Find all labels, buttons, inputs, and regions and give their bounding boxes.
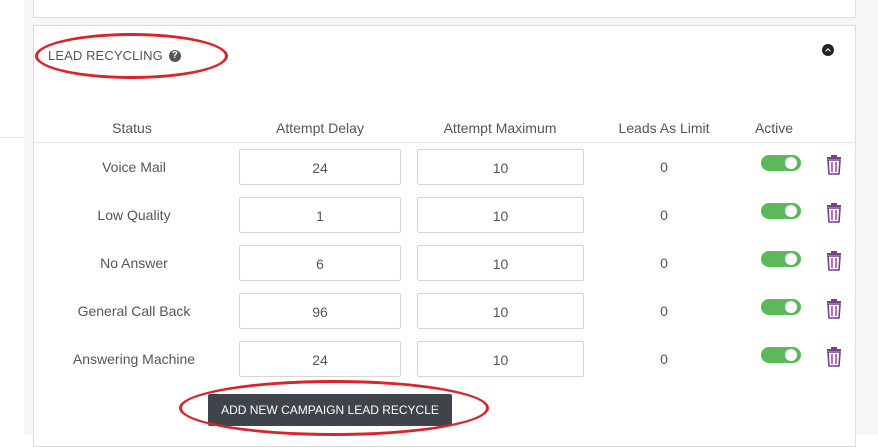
trash-icon[interactable] <box>826 155 842 175</box>
column-header-active: Active <box>754 120 794 136</box>
active-toggle[interactable] <box>761 203 801 219</box>
column-header-attempt-delay: Attempt Delay <box>276 120 364 136</box>
attempt-maximum-input[interactable]: 10 <box>417 245 584 281</box>
header-divider <box>34 142 854 143</box>
status-label: Voice Mail <box>102 159 166 175</box>
table-row: Voice Mail 24 10 0 <box>34 149 854 197</box>
toggle-knob <box>785 157 797 169</box>
active-toggle[interactable] <box>761 347 801 363</box>
attempt-delay-input[interactable]: 24 <box>239 149 401 185</box>
column-header-leads-as-limit: Leads As Limit <box>618 120 710 136</box>
attempt-delay-input[interactable]: 6 <box>239 245 401 281</box>
attempt-delay-input[interactable]: 24 <box>239 341 401 377</box>
attempt-maximum-input[interactable]: 10 <box>417 341 584 377</box>
status-label: Low Quality <box>97 207 171 223</box>
attempt-maximum-input[interactable]: 10 <box>417 293 584 329</box>
active-toggle[interactable] <box>761 251 801 267</box>
status-label: General Call Back <box>77 303 191 319</box>
trash-icon[interactable] <box>826 299 842 319</box>
attempt-maximum-input[interactable]: 10 <box>417 149 584 185</box>
active-toggle[interactable] <box>761 299 801 315</box>
leads-as-limit-value: 0 <box>660 159 668 175</box>
table-row: No Answer 6 10 0 <box>34 245 854 293</box>
toggle-knob <box>785 349 797 361</box>
trash-icon[interactable] <box>826 251 842 271</box>
column-header-attempt-maximum: Attempt Maximum <box>443 120 557 136</box>
toggle-knob <box>785 205 797 217</box>
table-row: Low Quality 1 10 0 <box>34 197 854 245</box>
toggle-knob <box>785 253 797 265</box>
collapse-chevron-icon[interactable] <box>822 44 834 56</box>
attempt-delay-input[interactable]: 1 <box>239 197 401 233</box>
trash-icon[interactable] <box>826 347 842 367</box>
active-toggle[interactable] <box>761 155 801 171</box>
section-header[interactable]: LEAD RECYCLING ? <box>48 48 181 63</box>
attempt-maximum-input[interactable]: 10 <box>417 197 584 233</box>
table-row: General Call Back 96 10 0 <box>34 293 854 341</box>
attempt-delay-input[interactable]: 96 <box>239 293 401 329</box>
add-lead-recycle-button[interactable]: ADD NEW CAMPAIGN LEAD RECYCLE <box>208 394 452 426</box>
rail-divider <box>0 137 24 138</box>
leads-as-limit-value: 0 <box>660 351 668 367</box>
toggle-knob <box>785 301 797 313</box>
status-label: No Answer <box>100 255 168 271</box>
previous-section-card <box>33 0 856 18</box>
status-label: Answering Machine <box>72 351 196 367</box>
question-circle-icon[interactable]: ? <box>168 49 181 62</box>
left-rail <box>0 0 25 435</box>
trash-icon[interactable] <box>826 203 842 223</box>
leads-as-limit-value: 0 <box>660 207 668 223</box>
table-row: Answering Machine 24 10 0 <box>34 341 854 389</box>
leads-as-limit-value: 0 <box>660 255 668 271</box>
column-header-status: Status <box>112 120 152 136</box>
section-title: LEAD RECYCLING <box>48 48 163 63</box>
leads-as-limit-value: 0 <box>660 303 668 319</box>
